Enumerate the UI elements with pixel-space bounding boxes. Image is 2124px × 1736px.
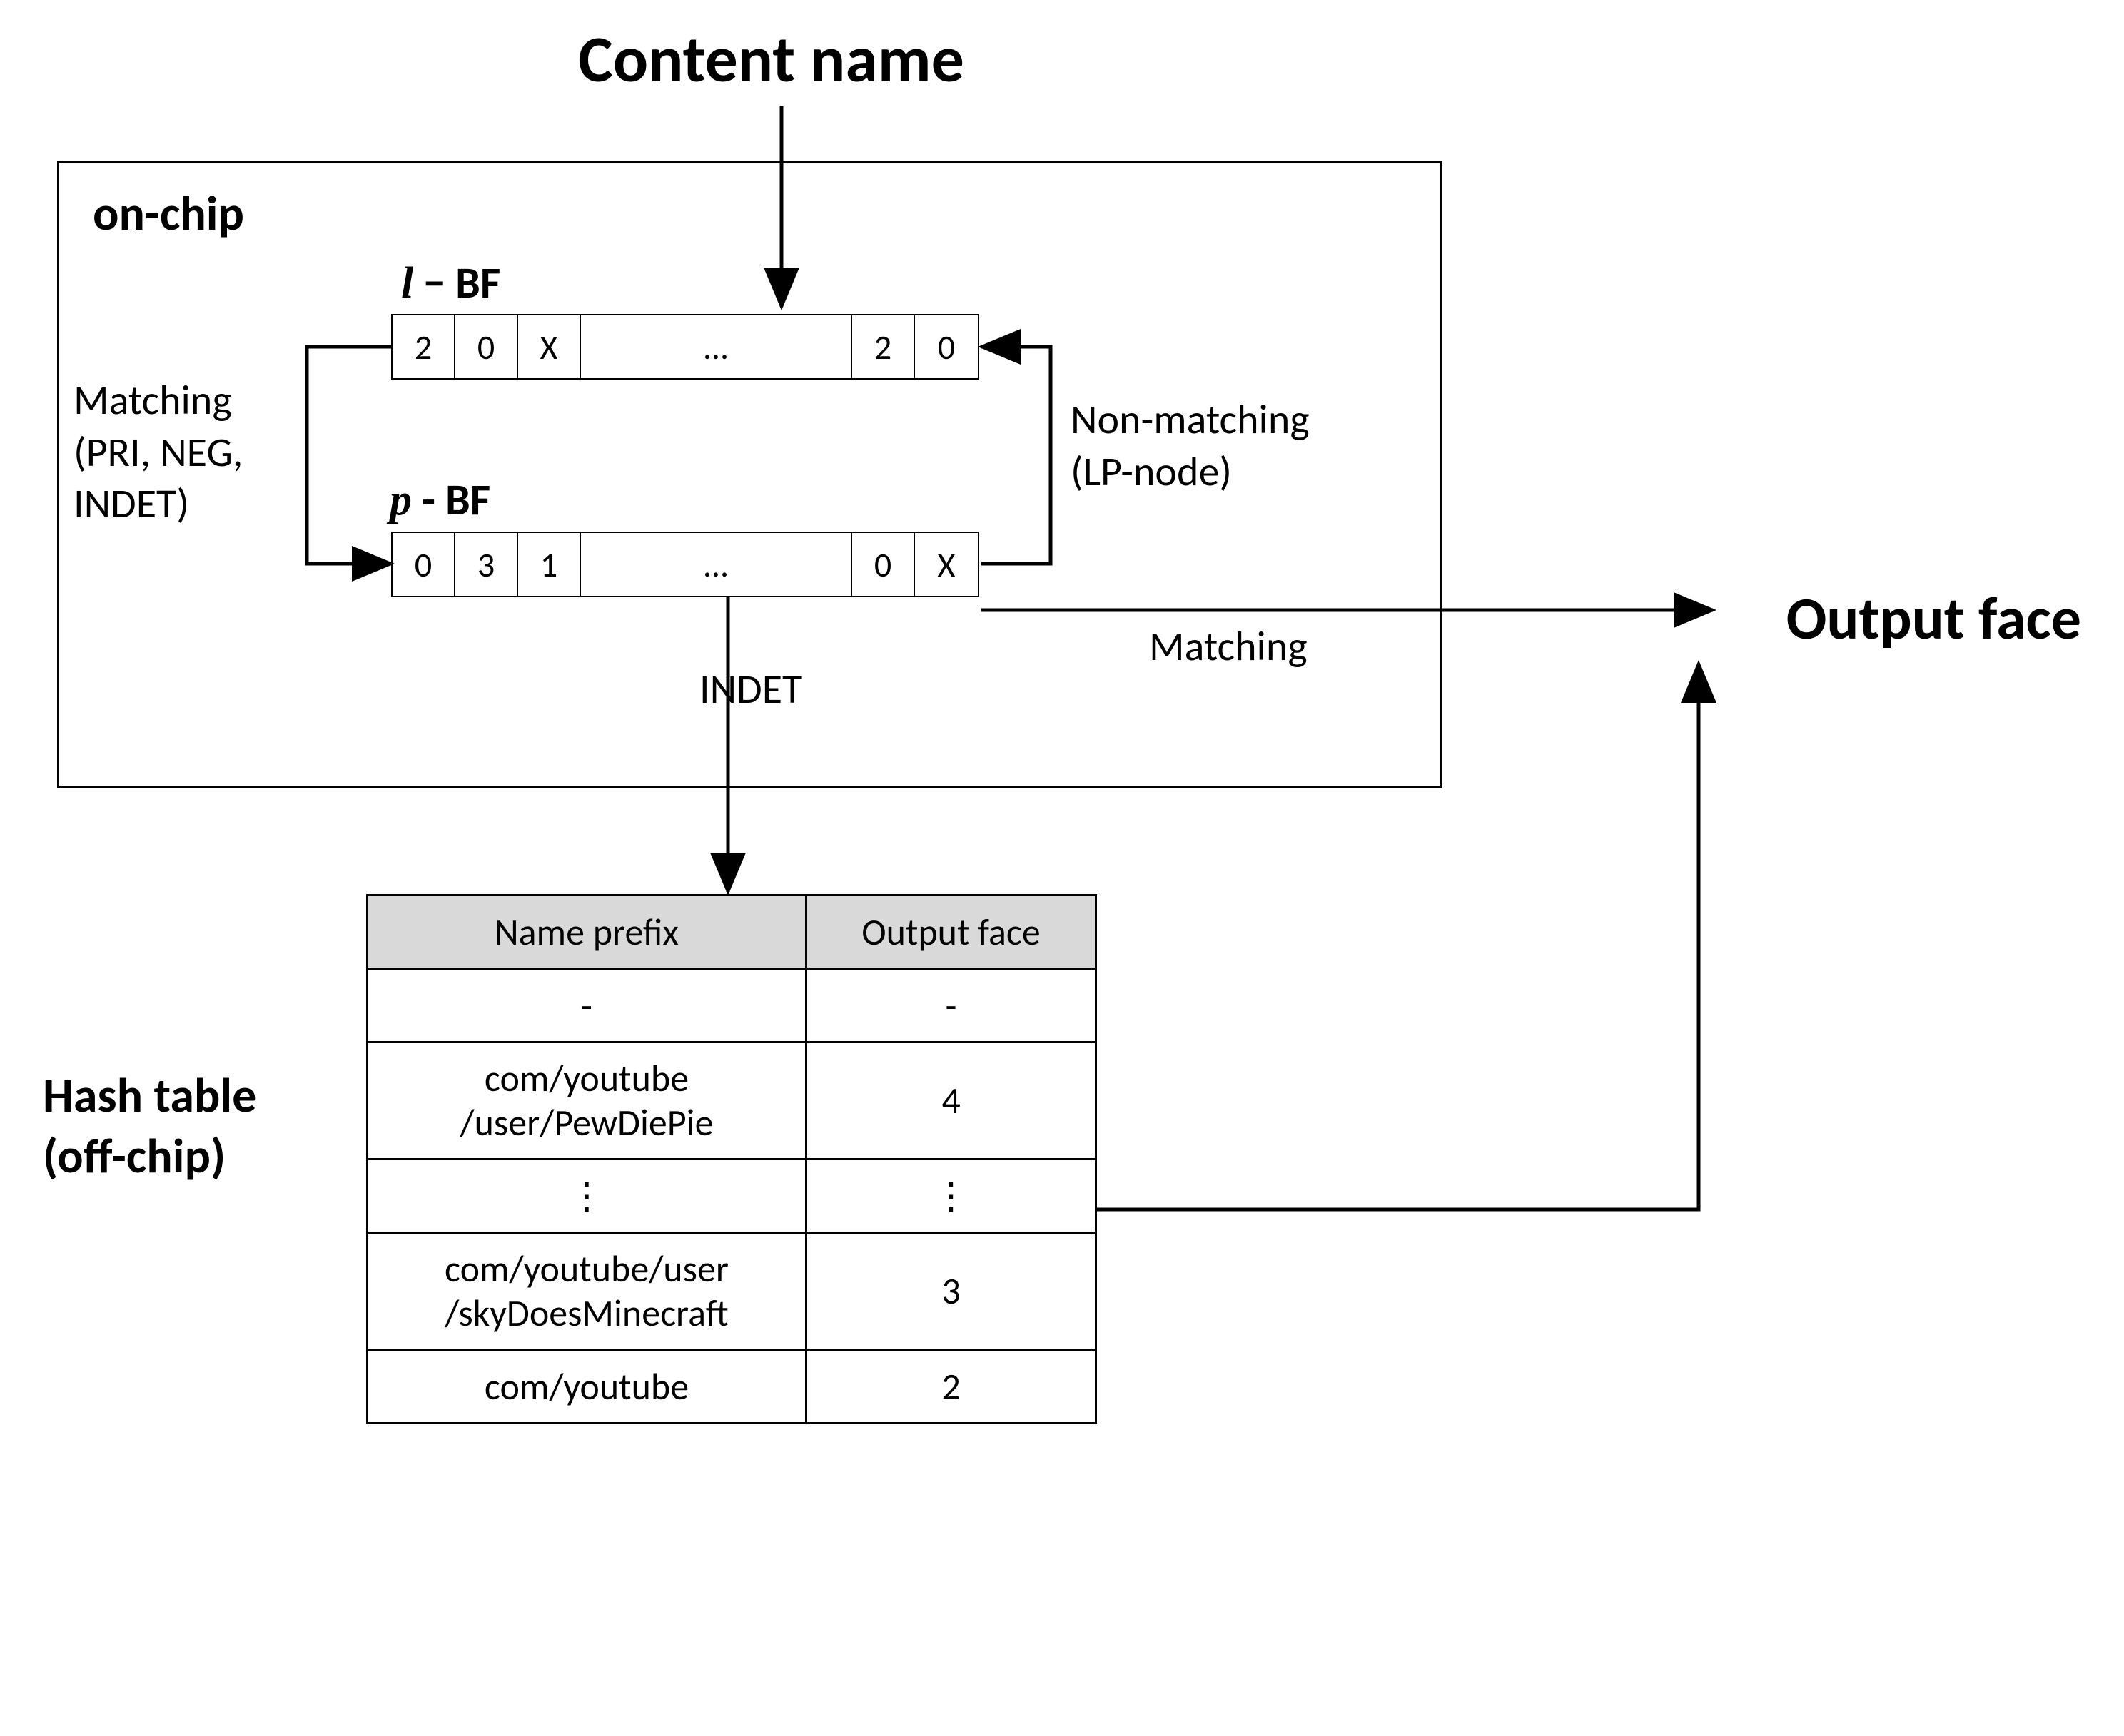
p-bf-cell: 1 (518, 533, 581, 596)
cell-prefix: com/youtube/user/skyDoesMinecraft (368, 1232, 806, 1349)
table-row: - - (368, 969, 1096, 1042)
p-bf-array: 0 3 1 ... 0 X (391, 532, 979, 597)
cell-prefix: com/youtube (368, 1349, 806, 1423)
table-row: com/youtube/user/skyDoesMinecraft 3 (368, 1232, 1096, 1349)
cell-face: - (806, 969, 1096, 1042)
cell-face: 3 (806, 1232, 1096, 1349)
l-bf-cell: 0 (455, 315, 518, 378)
output-face-label: Output face (1786, 582, 2081, 655)
on-chip-label: on-chip (93, 184, 244, 243)
cell-face: ⋮ (806, 1159, 1096, 1232)
l-bf-cell: 2 (393, 315, 455, 378)
p-bf-cell: 3 (455, 533, 518, 596)
p-bf-label: p - BF (390, 472, 490, 527)
p-bf-cell: 0 (393, 533, 455, 596)
p-bf-var: p (390, 476, 412, 524)
l-bf-ellipsis: ... (581, 315, 852, 378)
hash-table: Name prefix Output face - - com/youtube/… (366, 894, 1097, 1424)
matching-right-label: Matching (1149, 621, 1308, 671)
l-bf-cell: X (518, 315, 581, 378)
p-bf-cell: X (915, 533, 978, 596)
table-row: com/youtube/user/PewDiePie 4 (368, 1042, 1096, 1159)
indet-label: INDET (699, 664, 802, 714)
p-bf-ellipsis: ... (581, 533, 852, 596)
cell-face: 4 (806, 1042, 1096, 1159)
table-row: com/youtube 2 (368, 1349, 1096, 1423)
cell-prefix: com/youtube/user/PewDiePie (368, 1042, 806, 1159)
l-bf-label: l − BF (401, 255, 500, 310)
cell-face: 2 (806, 1349, 1096, 1423)
cell-prefix: - (368, 969, 806, 1042)
l-bf-array: 2 0 X ... 2 0 (391, 314, 979, 380)
p-bf-rest: - BF (412, 472, 490, 527)
p-bf-cell: 0 (852, 533, 915, 596)
cell-prefix: ⋮ (368, 1159, 806, 1232)
table-row: ⋮ ⋮ (368, 1159, 1096, 1232)
hash-header-face: Output face (806, 895, 1096, 969)
nonmatching-label: Non-matching(LP-node) (1071, 394, 1310, 497)
l-bf-var: l (401, 259, 413, 308)
l-bf-rest: − BF (413, 255, 500, 310)
matching-left-label: Matching(PRI, NEG,INDET) (74, 375, 243, 530)
hash-header-prefix: Name prefix (368, 895, 806, 969)
l-bf-cell: 0 (915, 315, 978, 378)
l-bf-cell: 2 (852, 315, 915, 378)
content-name-label: Content name (578, 19, 964, 99)
hash-table-label: Hash table(off-chip) (43, 1065, 256, 1187)
